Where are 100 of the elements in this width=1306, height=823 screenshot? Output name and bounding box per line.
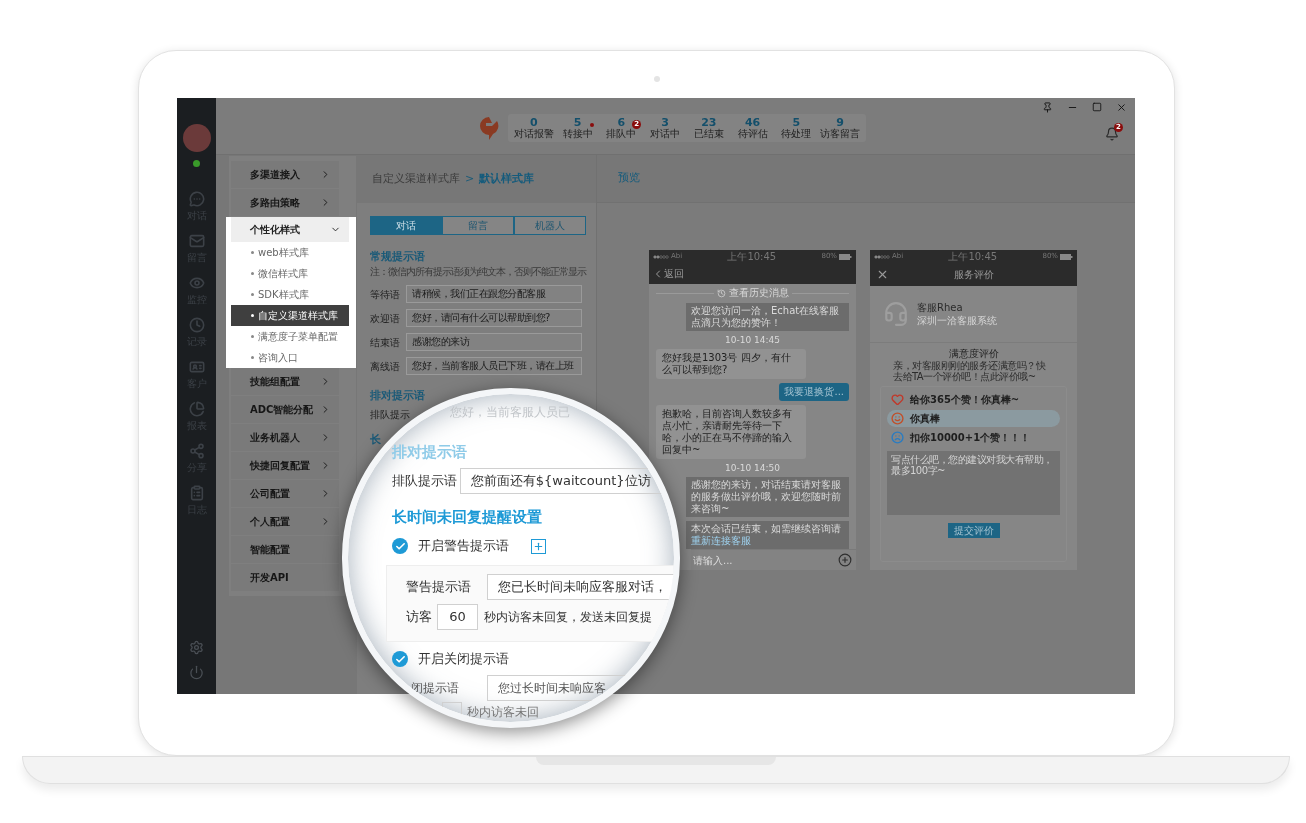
submit-button[interactable]: 提交评价 <box>947 523 1000 538</box>
rating-option[interactable]: 你真棒 <box>887 410 1060 427</box>
visitor-message: 我要退换货... <box>779 383 849 402</box>
submenu-item[interactable]: SDK样式库 <box>231 284 349 305</box>
field-label: 访客 <box>406 608 433 627</box>
checkbox-label: 开启警告提示语 <box>418 537 509 556</box>
checkbox[interactable] <box>392 538 408 554</box>
text-field[interactable]: 您已长时间未响应客服对话， <box>487 574 674 600</box>
field-label: 欢迎语 <box>370 311 401 326</box>
menu-item[interactable]: 多渠道接入 <box>231 161 339 188</box>
avatar[interactable] <box>182 124 211 152</box>
close-icon[interactable] <box>1116 101 1127 113</box>
close-icon[interactable] <box>876 268 889 281</box>
breadcrumb-current: 默认样式库 <box>479 170 535 187</box>
agent-name: 客服Rhea <box>917 301 964 314</box>
menu-item[interactable]: 个性化样式 <box>231 217 349 242</box>
section-heading: 长 <box>370 432 381 448</box>
menu-item[interactable]: 智能配置 <box>231 536 339 563</box>
maximize-icon[interactable] <box>1092 102 1102 112</box>
field-label: 等待语 <box>370 287 401 302</box>
field-label: 结束语 <box>370 335 401 350</box>
menu-item[interactable]: 技能组配置 <box>231 368 339 395</box>
battery-icon <box>839 253 852 260</box>
share-icon <box>188 443 205 459</box>
field-suffix: 秒内访客未回复，发送未回复提 <box>484 609 652 626</box>
checkbox-label: 开启关闭提示语 <box>418 650 509 669</box>
history-icon <box>716 288 726 298</box>
stat-item[interactable]: 9 访客留言 <box>818 117 862 139</box>
menu-item[interactable]: 个人配置 <box>231 508 339 535</box>
logo-icon <box>478 115 500 141</box>
power-icon[interactable] <box>189 665 204 680</box>
seconds-field[interactable]: 60 <box>437 604 478 630</box>
field-label: 排队提示 <box>370 408 410 422</box>
reconnect-link[interactable]: 重新连接客服 <box>691 535 751 547</box>
menu-item[interactable]: 业务机器人 <box>231 424 339 451</box>
signal-icon <box>874 254 890 259</box>
stat-item[interactable]: 0 对话报警 <box>512 117 556 139</box>
stat-item[interactable]: 5 转接中 <box>555 117 600 139</box>
tab[interactable]: 对话 <box>370 216 442 235</box>
rating-option[interactable]: 给你365个赞！你真棒~ <box>887 391 1060 408</box>
comment-field[interactable]: 写点什么吧，您的建议对我大有帮助，最多100字~ <box>887 451 1060 515</box>
submenu-item[interactable]: 咨询入口 <box>231 347 349 368</box>
check-icon <box>394 653 406 665</box>
preview-title: 预览 <box>618 170 640 187</box>
check-icon <box>394 540 406 552</box>
field-label: 离线语 <box>370 359 401 374</box>
agent-message: 您好我是1303号 四夕，有什么可以帮到您? <box>656 349 806 380</box>
rating-heading: 满意度评价 <box>948 347 999 360</box>
session-ended-notice: 本次会话已结束，如需继续咨询请 重新连接客服 <box>686 521 849 550</box>
back-button[interactable]: 返回 <box>652 266 684 282</box>
rating-option[interactable]: 扣你10000+1个赞！！！ <box>887 429 1060 446</box>
eye-icon <box>188 275 205 291</box>
system-message: 感谢您的来访，对话结束请对客服的服务做出评价哦，欢迎您随时前来咨询~ <box>686 477 849 518</box>
log-icon <box>188 485 205 501</box>
message-input[interactable]: 请输入... <box>693 552 838 568</box>
menu-item[interactable]: ADC智能分配 <box>231 396 339 423</box>
text-field[interactable]: 请稍候，我们正在跟您分配客服 <box>406 285 582 303</box>
field-suffix: 秒内访客未回 <box>467 704 539 721</box>
tab[interactable]: 留言 <box>442 216 514 235</box>
battery-icon <box>1060 253 1073 260</box>
signal-icon <box>653 254 669 259</box>
phone-title: 服务评价 <box>952 268 995 282</box>
field-label: 排队提示语 <box>392 472 458 491</box>
history-link[interactable]: 查看历史消息 <box>728 287 789 300</box>
menu-item[interactable]: 公司配置 <box>231 480 339 507</box>
agent-avatar-icon <box>883 301 909 327</box>
pie-icon <box>188 401 205 417</box>
chat-icon <box>188 191 205 207</box>
submenu-item[interactable]: web样式库 <box>231 242 349 263</box>
section-heading: 排对提示语 <box>370 389 426 402</box>
stat-item[interactable]: 5 待处理 <box>774 117 819 139</box>
submenu-item[interactable]: 微信样式库 <box>231 263 349 284</box>
text-field[interactable]: 您好，当前客服人员已下班，请在上班 <box>406 357 582 375</box>
menu-item[interactable]: 快捷回复配置 <box>231 452 339 479</box>
timestamp: 10-10 14:50 <box>725 463 780 474</box>
mail-icon <box>188 233 205 249</box>
stat-item[interactable]: 3 对话中 <box>643 117 687 139</box>
pin-icon[interactable] <box>1042 101 1053 113</box>
menu-item[interactable]: 多路由策略 <box>231 189 339 216</box>
stat-item[interactable]: 46 待评估 <box>730 117 775 139</box>
card-icon <box>188 359 205 375</box>
checkbox[interactable] <box>392 651 408 667</box>
field-label: 警告提示语 <box>406 578 472 597</box>
section-heading: 常规提示语 <box>370 250 426 263</box>
bell-icon[interactable] <box>1105 127 1119 141</box>
add-icon[interactable] <box>838 553 852 568</box>
tab[interactable]: 机器人 <box>514 216 586 235</box>
submenu-item[interactable]: 满意度子菜单配置 <box>231 326 349 347</box>
settings-icon[interactable] <box>189 640 204 655</box>
submenu-item[interactable]: 自定义渠道样式库 <box>231 305 349 326</box>
section-heading: 排对提示语 <box>392 443 467 461</box>
menu-item[interactable]: 开发API <box>231 564 339 591</box>
agent-message: 抱歉哈，目前咨询人数较多有点小忙，亲请耐先等待一下哈，小的正在马不停蹄的输入回复中~ <box>656 405 806 460</box>
clock-icon <box>188 317 205 333</box>
section-heading: 长时间未回复提醒设置 <box>392 508 542 526</box>
text-field[interactable]: 您好，请问有什么可以帮助到您? <box>406 309 582 327</box>
text-field[interactable]: 感谢您的来访 <box>406 333 582 351</box>
add-button[interactable] <box>531 538 546 554</box>
timestamp: 10-10 14:45 <box>725 335 780 346</box>
stat-item[interactable]: 23 已结束 <box>687 117 731 139</box>
